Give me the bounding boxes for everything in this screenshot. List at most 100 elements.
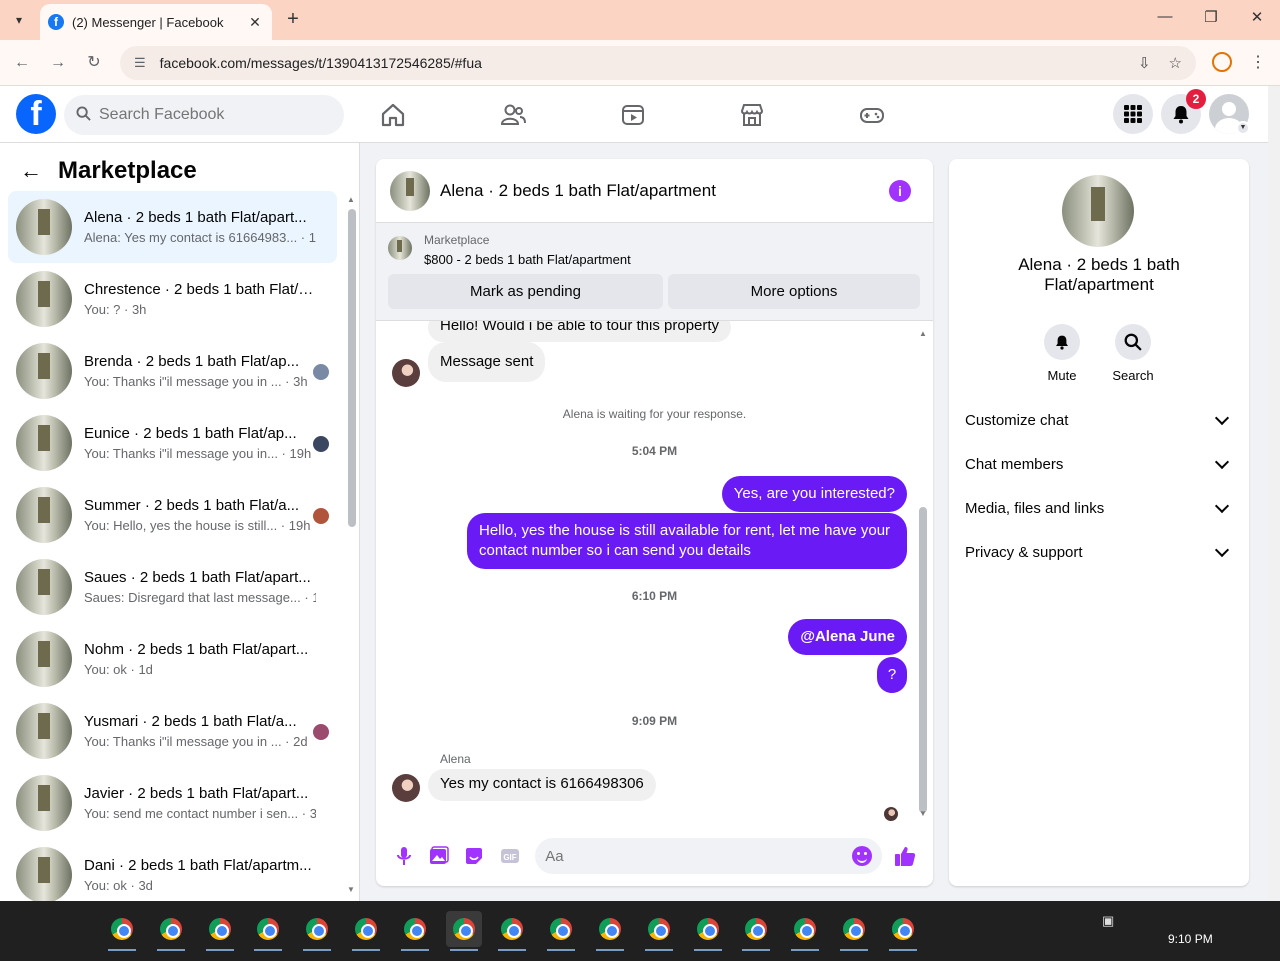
customize-chat-section[interactable]: Customize chat	[965, 398, 1233, 442]
conversation-item[interactable]: Nohm · 2 beds 1 bath Flat/apart... You: o…	[8, 623, 337, 695]
search-input[interactable]	[99, 106, 319, 124]
search-conversation-button[interactable]: Search	[1098, 324, 1168, 383]
meet-now-icon[interactable]: ▣	[1102, 913, 1114, 929]
privacy-support-section[interactable]: Privacy & support	[965, 530, 1233, 574]
thumbs-up-icon[interactable]	[894, 844, 917, 868]
chat-members-section[interactable]: Chat members	[965, 442, 1233, 486]
reload-icon[interactable]: ↻	[83, 52, 105, 74]
chrome-icon[interactable]	[445, 911, 482, 951]
url-text[interactable]: facebook.com/messages/t/1390413172546285…	[160, 55, 1120, 71]
thread-scrollbar[interactable]: ▲ ▼	[918, 329, 928, 819]
mark-as-pending-button[interactable]: Mark as pending	[388, 274, 663, 309]
contact-avatar[interactable]	[392, 359, 420, 387]
gaming-icon[interactable]	[857, 100, 887, 130]
message-bubble-outgoing: ?	[877, 657, 907, 693]
tab-title: (2) Messenger | Facebook	[72, 14, 224, 30]
chrome-icon[interactable]	[738, 911, 774, 951]
waiting-notice: Alena is waiting for your response.	[562, 407, 747, 421]
menu-grid-icon[interactable]	[1113, 94, 1153, 134]
chrome-icon[interactable]	[641, 911, 677, 951]
conversation-item[interactable]: Dani · 2 beds 1 bath Flat/apartm... You: …	[8, 839, 337, 901]
listing-large-thumbnail[interactable]	[1062, 175, 1134, 247]
section-label: Customize chat	[965, 411, 1069, 429]
microphone-icon[interactable]	[392, 844, 415, 868]
chrome-icon[interactable]	[543, 911, 579, 951]
info-icon[interactable]: i	[889, 179, 911, 202]
conversation-item[interactable]: Brenda · 2 beds 1 bath Flat/ap... You: Th…	[8, 335, 337, 407]
timestamp: 5:04 PM	[631, 444, 678, 458]
marketplace-icon[interactable]	[737, 100, 767, 130]
chrome-icon[interactable]	[202, 911, 238, 951]
page-scrollbar[interactable]	[1268, 86, 1280, 901]
browser-profile-icon[interactable]	[1212, 52, 1232, 72]
forward-icon[interactable]: →	[47, 52, 69, 74]
install-app-icon[interactable]: ⇩	[1138, 54, 1151, 72]
chrome-icon[interactable]	[397, 911, 433, 951]
gif-icon[interactable]: GIF	[498, 844, 521, 868]
listing-thumbnail	[16, 703, 72, 759]
scroll-up-icon[interactable]: ▲	[347, 195, 355, 204]
browser-tab[interactable]: f (2) Messenger | Facebook ✕	[40, 4, 272, 40]
mute-button[interactable]: Mute	[1027, 324, 1097, 383]
conversation-text: Javier · 2 beds 1 bath Flat/apart... You:…	[84, 785, 316, 821]
chat-title[interactable]: Alena · 2 beds 1 bath Flat/apartment	[440, 181, 889, 201]
bookmark-star-icon[interactable]: ☆	[1169, 54, 1182, 72]
scroll-up-icon[interactable]: ▲	[919, 329, 927, 338]
conversation-preview: You: ok · 1d	[84, 662, 153, 677]
message-input-box[interactable]	[535, 838, 882, 874]
conversation-item[interactable]: Alena · 2 beds 1 bath Flat/apart... Alena…	[8, 191, 337, 263]
photo-icon[interactable]	[427, 844, 450, 868]
back-arrow-icon[interactable]: ←	[20, 158, 42, 184]
conversation-text: Yusmari · 2 beds 1 bath Flat/a... You: Th…	[84, 713, 316, 749]
chrome-icon[interactable]	[299, 911, 335, 951]
scroll-down-icon[interactable]: ▼	[919, 809, 927, 818]
conversation-item[interactable]: Javier · 2 beds 1 bath Flat/apart... You:…	[8, 767, 337, 839]
chrome-icon[interactable]	[885, 911, 921, 951]
taskbar-clock[interactable]: 9:10 PM	[1168, 932, 1213, 946]
sticker-icon[interactable]	[463, 844, 486, 868]
list-scrollbar[interactable]: ▲ ▼	[347, 195, 356, 894]
message-input[interactable]	[545, 847, 852, 865]
listing-price[interactable]: $800 - 2 beds 1 bath Flat/apartment	[424, 252, 631, 267]
mention-bubble[interactable]: @Alena June	[788, 619, 907, 655]
friends-icon[interactable]	[498, 100, 528, 130]
conversation-item[interactable]: Eunice · 2 beds 1 bath Flat/ap... You: Th…	[8, 407, 337, 479]
more-options-button[interactable]: More options	[668, 274, 920, 309]
conversation-item[interactable]: Yusmari · 2 beds 1 bath Flat/a... You: Th…	[8, 695, 337, 767]
account-chevron-down-icon[interactable]: ▼	[1236, 121, 1250, 135]
browser-menu-icon[interactable]: ⋮	[1250, 52, 1266, 72]
emoji-icon[interactable]	[851, 846, 872, 866]
conversation-item[interactable]: Saues · 2 beds 1 bath Flat/apart... Saues…	[8, 551, 337, 623]
minimize-icon[interactable]: —	[1150, 8, 1180, 25]
site-info-icon[interactable]: ☰	[134, 55, 146, 71]
video-icon[interactable]	[618, 100, 648, 130]
window-close-icon[interactable]: ✕	[1242, 8, 1272, 26]
scroll-down-icon[interactable]: ▼	[347, 885, 355, 894]
conversation-text: Eunice · 2 beds 1 bath Flat/ap... You: Th…	[84, 425, 316, 461]
home-icon[interactable]	[378, 100, 408, 130]
listing-thumbnail[interactable]	[390, 170, 430, 211]
address-bar[interactable]: ☰ facebook.com/messages/t/13904131725462…	[120, 46, 1196, 80]
chrome-icon[interactable]	[250, 911, 286, 951]
conversation-preview: You: ? · 3h	[84, 302, 147, 317]
mute-label: Mute	[1047, 368, 1077, 383]
facebook-logo[interactable]: f	[16, 94, 56, 134]
app-icon[interactable]	[104, 911, 140, 951]
restore-icon[interactable]: ❐	[1196, 8, 1226, 26]
facebook-search[interactable]	[64, 95, 344, 135]
conversation-item[interactable]: Chrestence · 2 beds 1 bath Flat/a... You:…	[8, 263, 337, 335]
conversation-item[interactable]: Summer · 2 beds 1 bath Flat/a... You: Hel…	[8, 479, 337, 551]
chrome-icon[interactable]	[592, 911, 628, 951]
chrome-icon[interactable]	[153, 911, 189, 951]
chrome-icon[interactable]	[494, 911, 530, 951]
chrome-icon[interactable]	[690, 911, 726, 951]
chrome-icon[interactable]	[836, 911, 872, 951]
tab-close-icon[interactable]: ✕	[246, 14, 264, 31]
chrome-icon[interactable]	[787, 911, 823, 951]
contact-avatar[interactable]	[392, 774, 420, 802]
back-icon[interactable]: ←	[11, 52, 33, 74]
media-files-links-section[interactable]: Media, files and links	[965, 486, 1233, 530]
new-tab-icon[interactable]: +	[282, 8, 304, 30]
chrome-icon[interactable]	[348, 911, 384, 951]
tab-search-icon[interactable]: ▾	[8, 9, 30, 31]
